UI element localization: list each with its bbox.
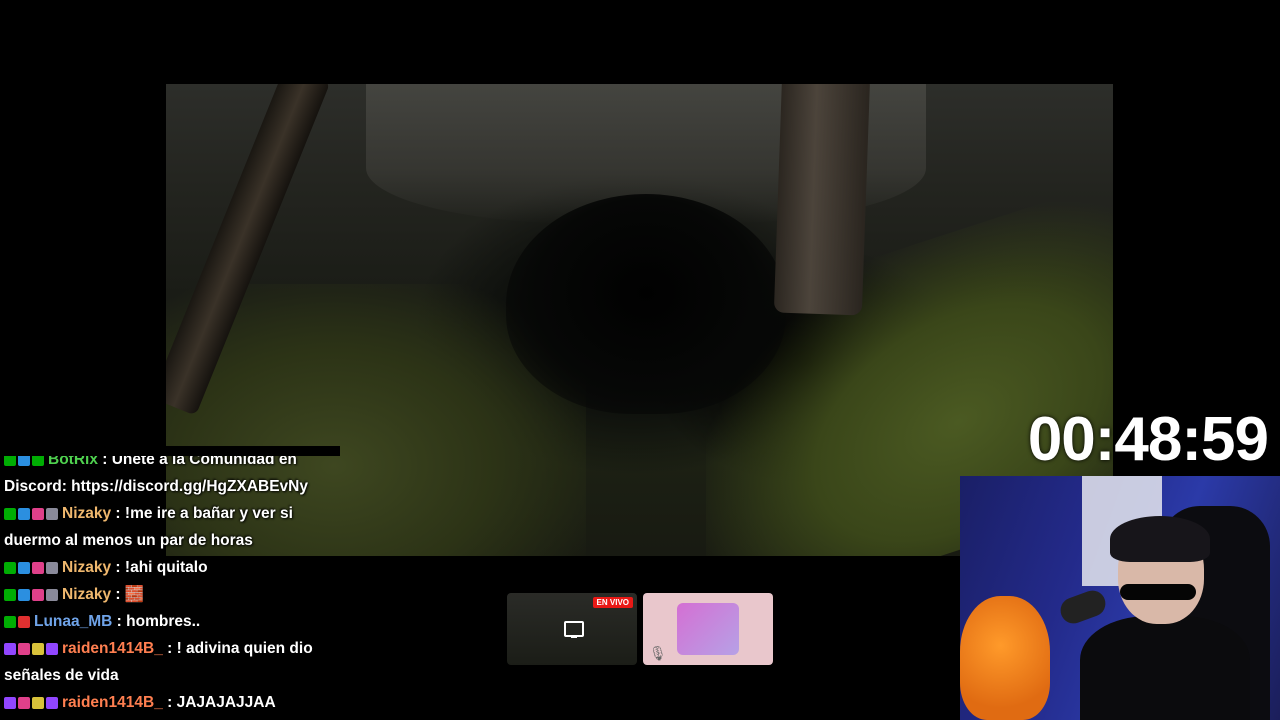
chat-clip-mask: [0, 446, 340, 456]
screen-share-icon: [564, 621, 584, 638]
chat-message: Nizaky : !me ire a bañar y ver si duermo…: [0, 500, 340, 554]
streamer-body: [1080, 616, 1250, 720]
chat-message: Nizaky : !ahi quitalo: [0, 554, 340, 581]
cave-entrance: [506, 194, 786, 414]
chat-username[interactable]: raiden1414B_: [62, 694, 163, 711]
prime-badge-icon: [18, 507, 30, 520]
chat-badges: [4, 696, 58, 709]
live-badge: EN VIVO: [592, 597, 633, 608]
chat-badges: [4, 588, 58, 601]
chat-username[interactable]: raiden1414B_: [62, 640, 163, 657]
mod-badge-icon: [4, 615, 16, 628]
mod-badge-icon: [4, 561, 16, 574]
prime-badge-icon: [4, 642, 16, 655]
sub-badge-icon: [46, 561, 58, 574]
prime-badge-icon: [18, 561, 30, 574]
prime-badge-icon: [4, 696, 16, 709]
chat-separator: :: [162, 694, 177, 711]
camera-preview-image: [677, 603, 739, 655]
chat-username[interactable]: Lunaa_MB: [34, 613, 112, 630]
heart-badge-icon: [18, 696, 30, 709]
chat-message: raiden1414B_ : ! adivina quien dio señal…: [0, 635, 340, 689]
gift-badge-icon: [32, 588, 44, 601]
chat-overlay: BotRix : Únete a la Comunidad en Discord…: [0, 446, 340, 716]
chat-badges: [4, 615, 30, 628]
stream-timer: 00:48:59: [1027, 405, 1269, 474]
gift-badge-icon: [32, 561, 44, 574]
chat-badges: [4, 507, 58, 520]
sunglasses: [1120, 584, 1196, 600]
mod-badge-icon: [4, 588, 16, 601]
chat-separator: :: [162, 640, 177, 657]
bits-badge-icon: [32, 696, 44, 709]
microphone: [1056, 586, 1110, 628]
chat-text: hombres..: [126, 613, 201, 630]
bits-badge-icon: [32, 642, 44, 655]
camera-preview-thumbnail[interactable]: 🎙: [643, 593, 773, 665]
chat-separator: :: [111, 586, 125, 603]
plush-toy: [960, 596, 1050, 720]
chat-username[interactable]: Nizaky: [62, 505, 111, 522]
heart-badge-icon: [18, 615, 30, 628]
sub-badge-icon: [46, 588, 58, 601]
prime-badge-icon: [18, 588, 30, 601]
chat-emote-icon: 🧱: [124, 586, 145, 603]
sub-badge-icon: [46, 642, 58, 655]
chat-username[interactable]: Nizaky: [62, 559, 111, 576]
chat-badges: [4, 642, 58, 655]
sub-badge-icon: [46, 507, 58, 520]
chat-separator: :: [112, 613, 127, 630]
mic-off-icon[interactable]: 🎙: [649, 645, 667, 662]
chat-text: !ahi quitalo: [124, 559, 208, 576]
chat-message: raiden1414B_ : JAJAJAJJAA: [0, 689, 340, 716]
webcam-feed: [960, 476, 1280, 720]
sub-badge-icon: [46, 696, 58, 709]
mod-badge-icon: [4, 507, 16, 520]
gift-badge-icon: [32, 507, 44, 520]
chat-separator: :: [111, 559, 125, 576]
screen-preview-thumbnail[interactable]: EN VIVO: [507, 593, 637, 665]
chat-separator: :: [111, 505, 125, 522]
tree-trunk-right: [773, 84, 871, 316]
chat-text: JAJAJAJJAA: [176, 694, 276, 711]
heart-badge-icon: [18, 642, 30, 655]
chat-badges: [4, 561, 58, 574]
streamer-hair: [1110, 516, 1210, 562]
chat-username[interactable]: Nizaky: [62, 586, 111, 603]
chat-message: Nizaky : 🧱: [0, 581, 340, 608]
chat-message: Lunaa_MB : hombres..: [0, 608, 340, 635]
